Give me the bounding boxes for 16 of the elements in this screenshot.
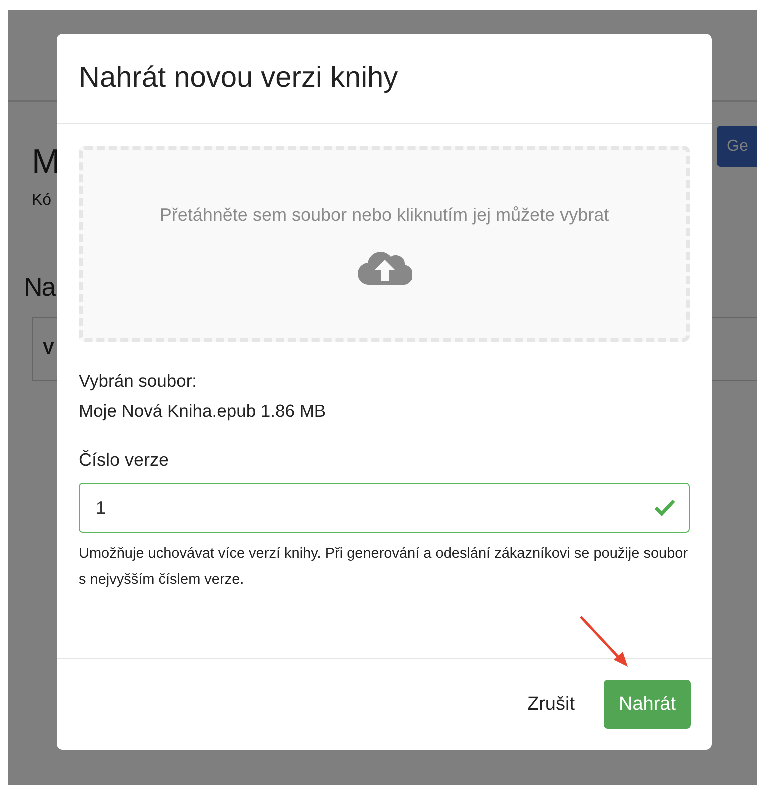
generate-button[interactable]: Ge — [717, 126, 757, 167]
page-heading: M — [32, 142, 60, 183]
version-label: Číslo verze — [79, 450, 170, 471]
file-dropzone[interactable]: Přetáhněte sem soubor nebo kliknutím jej můžete vybrat — [79, 146, 690, 342]
dialog-title: Nahrát novou verzi knihy — [79, 62, 398, 95]
version-help-text: Umožňuje uchovávat více verzí knihy. Při generování a odeslání zákazníkovi se použije soubor s nejvyšším číslem verze. — [79, 545, 690, 590]
upload-button[interactable]: Nahrát — [604, 680, 691, 729]
code-label: Kó — [32, 192, 53, 210]
section-heading: Na — [24, 272, 56, 303]
selected-file-label: Vybrán soubor: — [79, 370, 198, 393]
check-icon — [654, 499, 676, 516]
cancel-button[interactable]: Zrušit — [512, 680, 590, 729]
dropzone-prompt: Přetáhněte sem soubor nebo kliknutím jej můžete vybrat — [160, 205, 610, 226]
table-cell: V — [43, 339, 54, 359]
version-input[interactable]: 1 — [79, 483, 690, 533]
selected-file-name: Moje Nová Kniha.epub 1.86 MB — [79, 400, 328, 423]
